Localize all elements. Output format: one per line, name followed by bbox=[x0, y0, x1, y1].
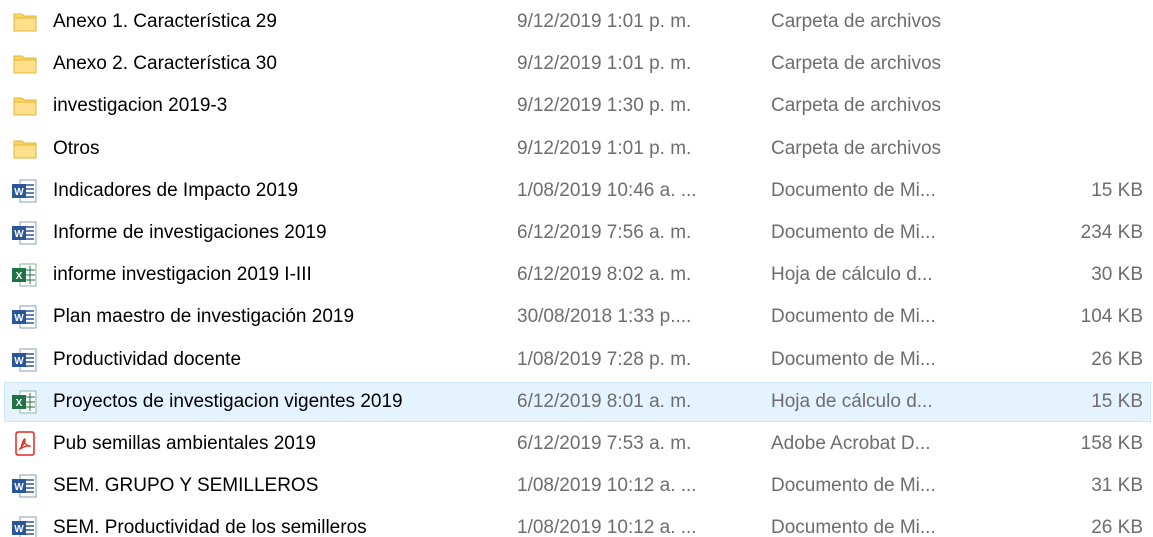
pdf-document-icon bbox=[11, 431, 39, 457]
file-type: Carpeta de archivos bbox=[771, 95, 942, 116]
file-date-modified: 1/08/2019 10:46 a. ... bbox=[517, 180, 697, 201]
file-type: Carpeta de archivos bbox=[771, 53, 942, 74]
file-size: 234 KB bbox=[1080, 222, 1143, 243]
file-type: Documento de Mi... bbox=[771, 306, 936, 327]
word-document-icon: W bbox=[11, 347, 39, 373]
file-name: Productividad docente bbox=[53, 349, 242, 370]
svg-text:W: W bbox=[14, 356, 24, 367]
word-document-icon: W bbox=[11, 515, 39, 537]
file-name: Anexo 2. Característica 30 bbox=[53, 53, 277, 74]
file-date-modified: 9/12/2019 1:01 p. m. bbox=[517, 138, 692, 159]
file-list: Anexo 1. Característica 29 9/12/2019 1:01… bbox=[0, 0, 1153, 537]
file-size: 30 KB bbox=[1091, 264, 1143, 285]
excel-spreadsheet-icon: X bbox=[11, 262, 39, 288]
word-document-icon: W bbox=[11, 473, 39, 499]
file-name: Indicadores de Impacto 2019 bbox=[53, 180, 299, 201]
file-size: 15 KB bbox=[1091, 180, 1143, 201]
file-date-modified: 30/08/2018 1:33 p.... bbox=[517, 306, 692, 327]
folder-icon bbox=[11, 9, 39, 35]
file-row[interactable]: Xinforme investigacion 2019 I-III 6/12/20… bbox=[4, 255, 1151, 295]
file-name: Pub semillas ambientales 2019 bbox=[53, 433, 316, 454]
file-row[interactable]: X Proyectos de investigacion vigentes 201… bbox=[4, 382, 1151, 422]
file-date-modified: 9/12/2019 1:01 p. m. bbox=[517, 11, 692, 32]
folder-icon bbox=[11, 51, 39, 77]
file-row[interactable]: investigacion 2019-3 9/12/2019 1:30 p. m.… bbox=[4, 86, 1151, 126]
file-size: 158 KB bbox=[1080, 433, 1143, 454]
file-name: SEM. GRUPO Y SEMILLEROS bbox=[53, 475, 319, 496]
file-size bbox=[1005, 3, 1143, 41]
excel-spreadsheet-icon: X bbox=[11, 389, 39, 415]
file-type: Hoja de cálculo d... bbox=[771, 391, 933, 412]
svg-text:W: W bbox=[14, 524, 24, 535]
file-type: Documento de Mi... bbox=[771, 180, 936, 201]
folder-icon bbox=[11, 93, 39, 119]
file-row[interactable]: W Indicadores de Impacto 2019 1/08/2019 10… bbox=[4, 171, 1151, 211]
file-name: Otros bbox=[53, 138, 100, 159]
word-document-icon: W bbox=[11, 304, 39, 330]
svg-text:X: X bbox=[16, 271, 23, 282]
file-row[interactable]: Otros 9/12/2019 1:01 p. m. Carpeta de arch… bbox=[4, 129, 1151, 169]
svg-text:W: W bbox=[14, 187, 24, 198]
file-type: Documento de Mi... bbox=[771, 475, 936, 496]
svg-text:W: W bbox=[14, 482, 24, 493]
file-row[interactable]: W Productividad docente 1/08/2019 7:28 p. … bbox=[4, 340, 1151, 380]
file-type: Carpeta de archivos bbox=[771, 138, 942, 159]
folder-icon bbox=[11, 136, 39, 162]
file-type: Documento de Mi... bbox=[771, 222, 936, 243]
file-size: 104 KB bbox=[1080, 306, 1143, 327]
file-type: Adobe Acrobat D... bbox=[771, 433, 931, 454]
file-date-modified: 6/12/2019 8:02 a. m. bbox=[517, 264, 692, 285]
file-row[interactable]: Anexo 1. Característica 29 9/12/2019 1:01… bbox=[4, 2, 1151, 42]
file-name: Anexo 1. Característica 29 bbox=[53, 11, 277, 32]
file-row[interactable]: W SEM. Productividad de los semilleros 1/0… bbox=[4, 508, 1151, 537]
file-row[interactable]: W Informe de investigaciones 2019 6/12/201… bbox=[4, 213, 1151, 253]
file-name: informe investigacion 2019 I-III bbox=[53, 264, 312, 285]
svg-text:X: X bbox=[16, 398, 23, 409]
file-type: Hoja de cálculo d... bbox=[771, 264, 933, 285]
file-row[interactable]: W Plan maestro de investigación 2019 30/08… bbox=[4, 297, 1151, 337]
file-row[interactable]: Pub semillas ambientales 2019 6/12/2019 7… bbox=[4, 424, 1151, 464]
file-name: Proyectos de investigacion vigentes 2019 bbox=[53, 391, 403, 412]
file-row[interactable]: W SEM. GRUPO Y SEMILLEROS 1/08/2019 10:12 … bbox=[4, 466, 1151, 506]
file-date-modified: 9/12/2019 1:30 p. m. bbox=[517, 95, 692, 116]
file-size: 15 KB bbox=[1091, 391, 1143, 412]
svg-text:W: W bbox=[14, 229, 24, 240]
file-name: SEM. Productividad de los semilleros bbox=[53, 517, 367, 537]
file-size bbox=[1005, 45, 1143, 83]
file-name: Plan maestro de investigación 2019 bbox=[53, 306, 355, 327]
word-document-icon: W bbox=[11, 178, 39, 204]
file-row[interactable]: Anexo 2. Característica 30 9/12/2019 1:01… bbox=[4, 44, 1151, 84]
file-size bbox=[1005, 87, 1143, 125]
file-size: 26 KB bbox=[1091, 349, 1143, 370]
file-name: investigacion 2019-3 bbox=[53, 95, 228, 116]
file-date-modified: 6/12/2019 7:56 a. m. bbox=[517, 222, 692, 243]
file-type: Documento de Mi... bbox=[771, 517, 936, 537]
file-size bbox=[1005, 130, 1143, 168]
word-document-icon: W bbox=[11, 220, 39, 246]
svg-text:W: W bbox=[14, 313, 24, 324]
file-date-modified: 1/08/2019 7:28 p. m. bbox=[517, 349, 692, 370]
file-date-modified: 9/12/2019 1:01 p. m. bbox=[517, 53, 692, 74]
file-date-modified: 6/12/2019 8:01 a. m. bbox=[517, 391, 692, 412]
file-type: Documento de Mi... bbox=[771, 349, 936, 370]
file-date-modified: 1/08/2019 10:12 a. ... bbox=[517, 475, 697, 496]
file-type: Carpeta de archivos bbox=[771, 11, 942, 32]
file-date-modified: 6/12/2019 7:53 a. m. bbox=[517, 433, 692, 454]
file-size: 31 KB bbox=[1091, 475, 1143, 496]
file-size: 26 KB bbox=[1091, 517, 1143, 537]
file-date-modified: 1/08/2019 10:12 a. ... bbox=[517, 517, 697, 537]
file-name: Informe de investigaciones 2019 bbox=[53, 222, 327, 243]
